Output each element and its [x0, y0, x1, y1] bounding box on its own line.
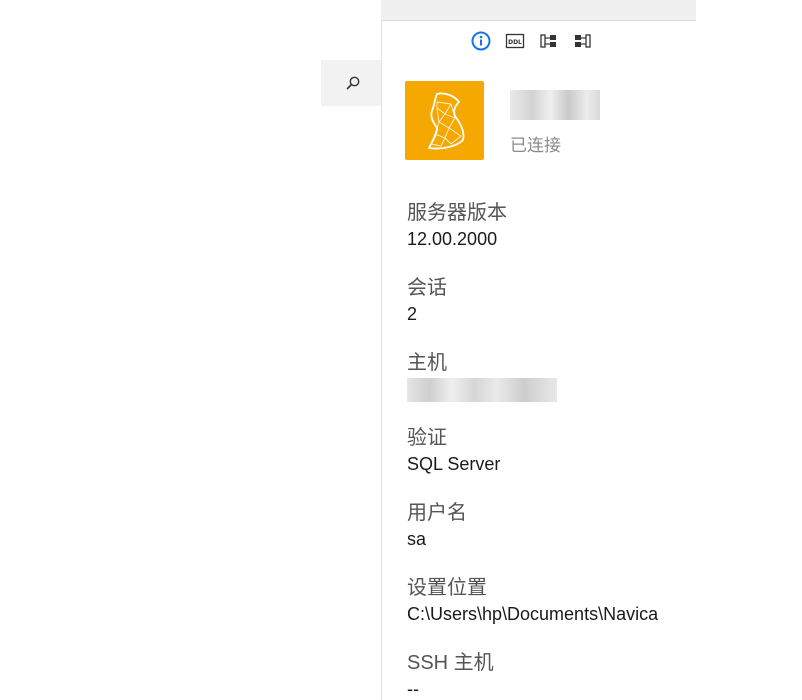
field-label: 服务器版本 — [407, 202, 507, 224]
field-value: sa — [407, 529, 427, 549]
schema-tab-button[interactable] — [572, 30, 594, 52]
sql-server-logo — [405, 81, 484, 160]
field-label: 设置位置 — [407, 577, 487, 599]
host-value-redacted — [407, 378, 557, 403]
field-value: 12.00.2000 — [407, 229, 498, 249]
field-sessions: 会话 2 — [407, 274, 696, 349]
info-tab-button[interactable] — [470, 30, 492, 52]
field-label: 验证 — [407, 427, 447, 449]
field-label: 主机 — [407, 352, 447, 374]
info-toolbar: DDL — [470, 30, 594, 52]
svg-text:DDL: DDL — [508, 39, 522, 46]
field-value — [407, 377, 696, 403]
schema-icon — [575, 34, 591, 48]
connection-properties: 服务器版本 12.00.2000 会话 2 主机 验证 SQL Server 用… — [407, 199, 696, 700]
field-ssh-host: SSH 主机 -- — [407, 649, 696, 700]
field-server-version: 服务器版本 12.00.2000 — [407, 199, 696, 274]
er-diagram-icon — [540, 34, 556, 48]
field-value: -- — [407, 679, 419, 699]
field-value: 2 — [407, 304, 418, 324]
info-icon — [471, 31, 491, 51]
ddl-tab-button[interactable]: DDL — [504, 30, 526, 52]
field-value: C:\Users\hp\Documents\Navica — [407, 604, 659, 624]
er-diagram-tab-button[interactable] — [538, 30, 560, 52]
field-host: 主机 — [407, 349, 696, 424]
field-settings-location: 设置位置 C:\Users\hp\Documents\Navica — [407, 574, 696, 649]
sql-server-logo-icon — [427, 92, 464, 149]
field-username: 用户名 sa — [407, 499, 696, 574]
field-label: 会话 — [407, 277, 447, 299]
ddl-icon: DDL — [505, 33, 525, 49]
search-icon[interactable] — [345, 75, 361, 91]
connection-status: 已连接 — [510, 136, 561, 155]
search-bar[interactable] — [321, 60, 381, 106]
field-label: SSH 主机 — [407, 652, 494, 674]
field-value: SQL Server — [407, 454, 501, 474]
info-panel: DDL 已连接 服务器版本 12.00.2000 会话 2 主机 验证 SQL … — [382, 21, 696, 700]
field-label: 用户名 — [407, 502, 467, 524]
field-authentication: 验证 SQL Server — [407, 424, 696, 499]
connection-name-redacted — [510, 90, 600, 120]
